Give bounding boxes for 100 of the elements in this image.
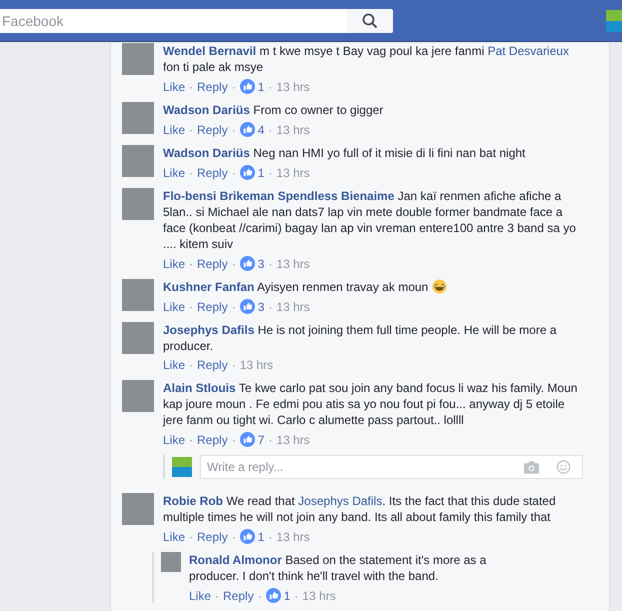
separator: · (189, 256, 194, 270)
timestamp[interactable]: 13 hrs (240, 358, 274, 372)
avatar-photo[interactable] (122, 188, 154, 220)
comment-action-link[interactable]: Reply (197, 122, 228, 136)
page-logo-icon[interactable] (606, 10, 622, 32)
avatar-photo[interactable] (122, 145, 154, 177)
camera-icon[interactable] (524, 460, 539, 474)
like-count: 7 (258, 432, 264, 446)
comment-text: Wadson Dariüs From co owner to gigger (163, 102, 384, 118)
smiley-icon[interactable] (556, 460, 571, 474)
comment-action-link[interactable]: Reply (197, 166, 228, 180)
like-icon (240, 79, 255, 94)
author-link[interactable]: Wadson Dariüs (163, 146, 250, 160)
avatar-photo[interactable] (122, 43, 154, 75)
separator: · (189, 80, 194, 94)
comment-action-link[interactable]: Reply (197, 80, 228, 94)
comment-action-link[interactable]: Like (163, 530, 186, 544)
separator: · (189, 122, 194, 136)
separator: · (268, 300, 272, 314)
timestamp[interactable]: 13 hrs (276, 432, 310, 446)
like-icon (240, 529, 255, 544)
like-icon (240, 122, 255, 137)
timestamp[interactable]: 13 hrs (302, 588, 336, 602)
avatar-photo[interactable] (122, 493, 154, 525)
mention-link[interactable]: Josephys Dafils (298, 494, 382, 508)
separator: · (294, 588, 298, 602)
comment-text: Kushner Fanfan Ayisyen renmen travay ak moun (163, 279, 447, 295)
author-link[interactable]: Ronald Almonor (189, 553, 282, 567)
timestamp[interactable]: 13 hrs (276, 300, 310, 314)
comment-text: Josephys Dafils He is not joining them full time people. He will be more a producer. (163, 322, 558, 354)
like-icon (240, 299, 255, 314)
comment-text: Ronald Almonor Based on the statement it's more as a producer. I don't think he'll travel with the band. (189, 552, 488, 584)
separator: · (268, 80, 272, 94)
reply-input-field[interactable]: Write a reply... (200, 455, 583, 479)
timestamp[interactable]: 13 hrs (276, 256, 310, 270)
like-icon (240, 165, 255, 180)
author-link[interactable]: Wendel Bernavil (163, 44, 256, 58)
separator: · (232, 256, 236, 270)
like-count: 4 (258, 122, 264, 136)
comment-action-link[interactable]: Like (163, 80, 186, 94)
search-icon (362, 12, 378, 28)
avatar-photo[interactable] (161, 552, 181, 572)
comment-action-link[interactable]: Reply (197, 256, 228, 270)
timestamp[interactable]: 13 hrs (276, 530, 310, 544)
comment-text: Robie Rob We read that Josephys Dafils. Its the fact that this dude stated multiple times he will not join any band. Its all about family this family that (163, 493, 557, 525)
like-icon (240, 256, 255, 271)
like-count: 3 (258, 300, 264, 314)
separator: · (232, 80, 236, 94)
separator: · (189, 530, 194, 544)
separator: · (232, 122, 236, 136)
comment-action-link[interactable]: Like (163, 432, 186, 446)
comment-text: Alain Stlouis Te kwe carlo pat sou join any band focus li waz his family. Moun kap joure moun . Fe edmi pou atis sa yo nou fout pi fou... anyway dj 5 etoile jere fanm ou tight wi. Carlo c alumette pass partout.. lollll (163, 380, 578, 428)
author-link[interactable]: Flo-bensi Brikeman Spendless Bienaime (163, 189, 394, 203)
separator: · (268, 432, 272, 446)
avatar-photo[interactable] (122, 102, 154, 134)
author-link[interactable]: Alain Stlouis (163, 381, 236, 395)
like-count: 1 (258, 80, 264, 94)
author-link[interactable]: Kushner Fanfan (163, 280, 254, 294)
avatar-photo[interactable] (122, 279, 154, 311)
comment-action-link[interactable]: Reply (197, 432, 228, 446)
separator: · (232, 530, 236, 544)
separator: · (268, 166, 272, 180)
comment-action-link[interactable]: Like (163, 256, 186, 270)
separator: · (268, 530, 272, 544)
separator: · (232, 432, 236, 446)
mention-link[interactable]: Pat Desvarieux (488, 44, 569, 58)
comment-action-link[interactable]: Like (163, 300, 186, 314)
timestamp[interactable]: 13 hrs (276, 80, 310, 94)
author-link[interactable]: Robie Rob (163, 494, 223, 508)
comment-action-link[interactable]: Reply (197, 300, 228, 314)
separator: · (189, 358, 194, 372)
separator: · (268, 256, 272, 270)
comment-action-link[interactable]: Like (189, 588, 212, 602)
timestamp[interactable]: 13 hrs (276, 122, 310, 136)
page-logo-icon (172, 457, 192, 477)
like-count: 1 (284, 588, 290, 602)
separator: · (268, 122, 272, 136)
timestamp[interactable]: 13 hrs (276, 166, 310, 180)
separator: · (189, 432, 194, 446)
author-link[interactable]: Wadson Dariüs (163, 103, 250, 117)
comment-text: Wadson Dariüs Neg nan HMI yo full of it misie di li fini nan bat night (163, 145, 526, 161)
search-field[interactable]: Facebook (0, 8, 347, 32)
comment-action-link[interactable]: Reply (197, 358, 228, 372)
comment-text: Wendel Bernavil m t kwe msye t Bay vag poul ka jere fanmi Pat Desvarieux fon ti pale ak msye (163, 43, 570, 75)
separator: · (189, 300, 194, 314)
search-button[interactable] (347, 8, 393, 32)
separator: · (189, 166, 194, 180)
comment-action-link[interactable]: Reply (223, 588, 254, 602)
separator: · (232, 358, 236, 372)
like-icon (240, 432, 255, 447)
author-link[interactable]: Josephys Dafils (163, 323, 254, 337)
like-icon (266, 588, 281, 603)
comment-action-link[interactable]: Like (163, 358, 186, 372)
comment-action-link[interactable]: Reply (197, 530, 228, 544)
avatar-photo[interactable] (122, 380, 154, 412)
avatar-photo[interactable] (122, 322, 154, 354)
separator: · (232, 166, 236, 180)
separator: · (215, 588, 220, 602)
comment-action-link[interactable]: Like (163, 166, 186, 180)
comment-action-link[interactable]: Like (163, 122, 186, 136)
